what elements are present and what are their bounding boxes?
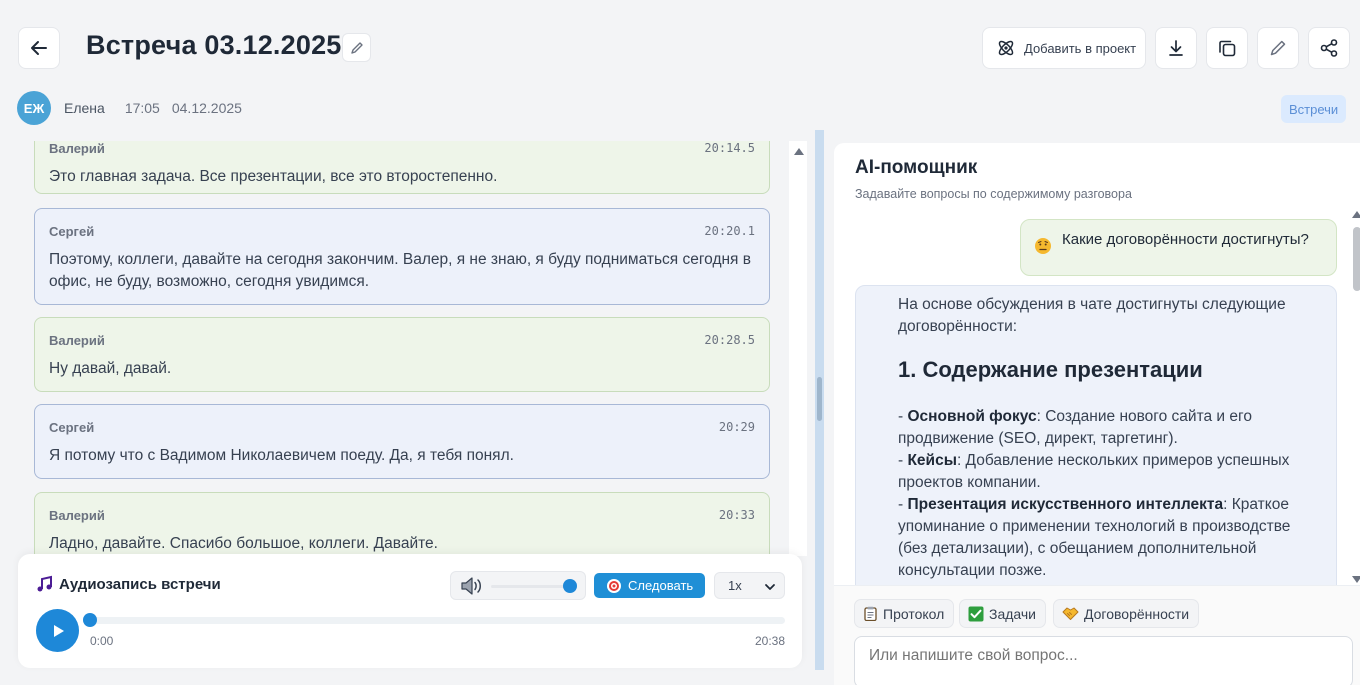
playback-progress-track[interactable] — [90, 617, 785, 624]
answer-item-label: Кейсы — [907, 452, 957, 469]
answer-item: - Презентация искусственного интеллекта:… — [898, 496, 1291, 579]
ai-assistant-panel: AI-помощник Задавайте вопросы по содержи… — [834, 143, 1360, 685]
message-speaker: Сергей — [49, 420, 95, 435]
quick-action-label: Задачи — [989, 605, 1037, 622]
transcript-scrollbar[interactable] — [789, 141, 807, 556]
audio-title-text: Аудиозапись встречи — [59, 575, 221, 593]
audio-title: Аудиозапись встречи — [36, 575, 221, 593]
answer-item-text: : Добавление нескольких примеров успешны… — [898, 452, 1290, 491]
playback-speed-select[interactable]: 1x — [714, 572, 785, 599]
share-button[interactable] — [1308, 27, 1350, 69]
play-button[interactable] — [36, 609, 79, 652]
chevron-down-icon — [765, 584, 775, 590]
quick-action-label: Протокол — [883, 605, 945, 622]
copy-icon — [1219, 40, 1236, 57]
answer-intro: На основе обсуждения в чате достигнуты с… — [898, 296, 1286, 335]
speaker-volume-icon[interactable] — [460, 576, 484, 596]
meeting-date: 04.12.2025 — [171, 100, 242, 116]
volume-control[interactable] — [450, 571, 586, 600]
thinking-face-icon — [1035, 238, 1051, 254]
edit-title-button[interactable] — [342, 33, 371, 62]
music-note-icon — [37, 575, 52, 592]
follow-button[interactable]: Следовать — [594, 573, 705, 598]
message-timestamp[interactable]: 20:14.5 — [704, 141, 755, 155]
answer-item-label: Презентация искусственного интеллекта — [907, 496, 1224, 513]
scroll-down-arrow-icon[interactable] — [1352, 576, 1360, 583]
page-title: Встреча 03.12.2025 — [86, 30, 342, 60]
answer-item: - Кейсы: Добавление нескольких примеров … — [898, 452, 1290, 491]
message-text: Это главная задача. Все презентации, все… — [49, 168, 498, 185]
download-button[interactable] — [1155, 27, 1197, 69]
quick-action-tasks[interactable]: Задачи — [959, 599, 1047, 628]
ai-answer-bubble: На основе обсуждения в чате достигнуты с… — [855, 285, 1337, 595]
quick-action-agreements[interactable]: Договорённости — [1053, 599, 1200, 628]
author-name: Елена — [64, 100, 105, 116]
atom-icon — [998, 40, 1014, 56]
pencil-icon — [350, 41, 363, 54]
playback-progress-knob[interactable] — [83, 613, 97, 627]
user-question-text: Какие договорённости достигнуты? — [1062, 231, 1309, 248]
quick-action-label: Договорённости — [1084, 605, 1190, 622]
message-text: Ладно, давайте. Спасибо большое, коллеги… — [49, 535, 438, 552]
message-timestamp[interactable]: 20:33 — [719, 508, 755, 522]
play-icon — [53, 624, 64, 637]
transcript-message: Сергей 20:20.1 Поэтому, коллеги, давайте… — [34, 208, 770, 305]
answer-item-label: Основной фокус — [907, 408, 1037, 425]
quick-action-protocol[interactable]: Протокол — [854, 599, 955, 628]
edit-button[interactable] — [1257, 27, 1299, 69]
add-to-project-label: Добавить в проект — [1024, 40, 1137, 56]
transcript-list[interactable]: Валерий 20:14.5 Это главная задача. Все … — [18, 141, 786, 556]
transcript-message: Валерий 20:33 Ладно, давайте. Спасибо бо… — [34, 492, 770, 556]
message-speaker: Валерий — [49, 141, 105, 156]
message-timestamp[interactable]: 20:29 — [719, 420, 755, 434]
user-question-bubble: Какие договорённости достигнуты? — [1020, 219, 1337, 276]
add-to-project-button[interactable]: Добавить в проект — [982, 27, 1146, 69]
download-icon — [1169, 40, 1183, 56]
ai-panel-subtitle: Задавайте вопросы по содержимому разгово… — [855, 187, 1132, 201]
target-icon — [607, 578, 621, 593]
message-speaker: Валерий — [49, 508, 105, 523]
transcript-message: Сергей 20:29 Я потому что с Вадимом Нико… — [34, 404, 770, 479]
transcript-message: Валерий 20:28.5 Ну давай, давай. — [34, 317, 770, 392]
ai-question-input[interactable] — [854, 636, 1353, 685]
playback-speed-value: 1x — [728, 578, 742, 593]
share-icon — [1320, 39, 1338, 57]
current-time: 0:00 — [90, 634, 114, 648]
copy-button[interactable] — [1206, 27, 1248, 69]
header: Встреча 03.12.2025 Добавить в проект ЕЖ … — [0, 0, 1360, 130]
answer-heading: 1. Содержание презентации — [898, 357, 1203, 382]
handshake-icon — [1062, 607, 1079, 620]
arrow-left-icon — [31, 41, 47, 55]
scroll-up-arrow-icon[interactable] — [1352, 211, 1360, 218]
message-speaker: Сергей — [49, 224, 95, 239]
quick-actions-bar: Протокол Задачи Договорённости — [834, 585, 1360, 685]
message-text: Ну давай, давай. — [49, 360, 172, 377]
meeting-meta: ЕЖ Елена 17:05 04.12.2025 — [17, 91, 242, 125]
volume-slider-knob[interactable] — [563, 579, 577, 593]
audio-player: Аудиозапись встречи Следовать 1x 0:00 20… — [18, 554, 802, 668]
ai-chat-scrollbar[interactable] — [1349, 211, 1360, 583]
message-speaker: Валерий — [49, 333, 105, 348]
checkbox-icon — [968, 606, 984, 621]
panel-splitter[interactable] — [815, 130, 824, 670]
meeting-time: 17:05 — [124, 100, 160, 116]
answer-item: - Основной фокус: Создание нового сайта … — [898, 408, 1252, 447]
message-text: Я потому что с Вадимом Николаевичем поед… — [49, 447, 514, 464]
edit-icon — [1270, 40, 1286, 56]
volume-slider-track[interactable] — [491, 585, 571, 588]
category-badge[interactable]: Встречи — [1281, 95, 1347, 123]
message-timestamp[interactable]: 20:20.1 — [704, 224, 755, 238]
message-text: Поэтому, коллеги, давайте на сегодня зак… — [49, 251, 751, 290]
follow-label: Следовать — [628, 578, 694, 593]
avatar[interactable]: ЕЖ — [17, 91, 51, 125]
splitter-grip[interactable] — [817, 377, 822, 421]
ai-panel-title: AI-помощник — [855, 157, 978, 178]
clipboard-icon — [864, 606, 877, 621]
scroll-thumb[interactable] — [1353, 227, 1360, 291]
back-button[interactable] — [18, 27, 60, 69]
message-timestamp[interactable]: 20:28.5 — [704, 333, 755, 347]
transcript-message: Валерий 20:14.5 Это главная задача. Все … — [34, 141, 770, 194]
total-time: 20:38 — [754, 634, 785, 648]
scroll-up-arrow-icon[interactable] — [794, 148, 804, 155]
